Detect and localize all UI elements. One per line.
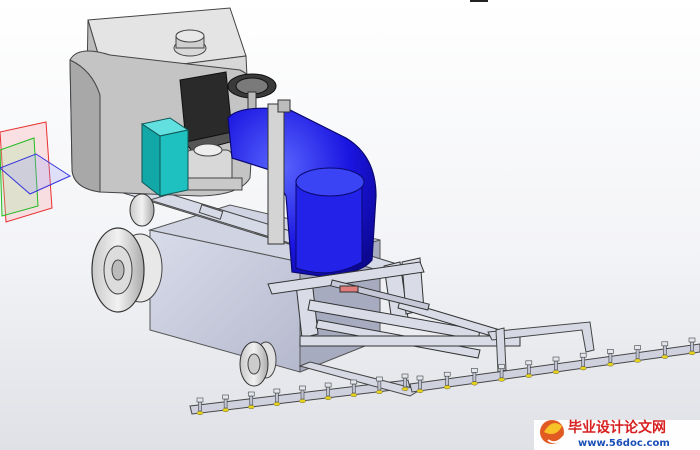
- teal-housing: [140, 117, 190, 198]
- cad-viewport[interactable]: 毕业设计论文网 www.56doc.com: [0, 0, 700, 450]
- watermark-title: 毕业设计论文网: [568, 419, 666, 436]
- watermark-url: www.56doc.com: [578, 438, 670, 449]
- watermark-logo-icon: [540, 420, 565, 444]
- triad-axis-icon: [0, 121, 72, 223]
- sprayer-assembly-model: 毕业设计论文网 www.56doc.com: [0, 0, 700, 450]
- rear-wheel-top: [129, 193, 155, 227]
- watermark: 毕业设计论文网 www.56doc.com: [534, 419, 700, 450]
- rear-wheel-small: [239, 341, 277, 387]
- cursor-tick: [470, 0, 488, 2]
